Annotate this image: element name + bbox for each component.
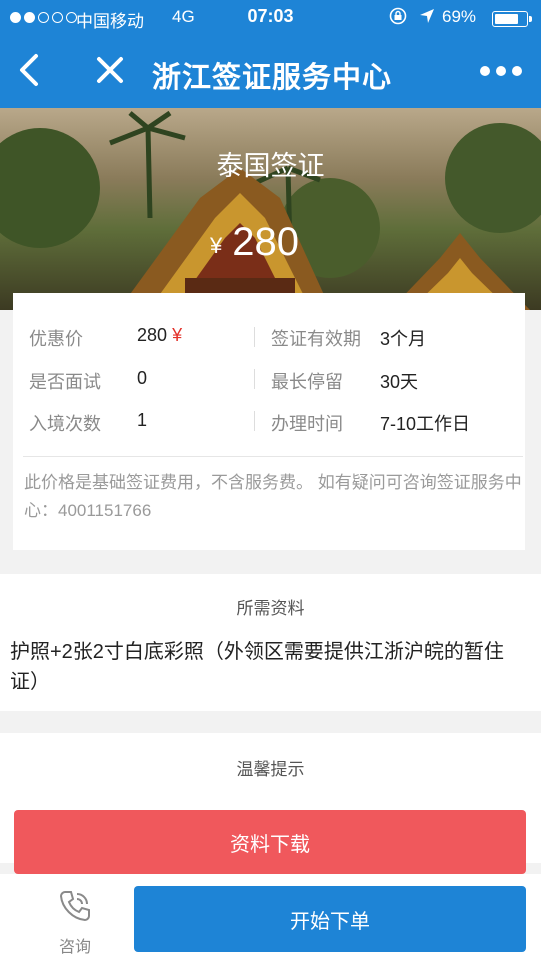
orientation-lock-icon bbox=[389, 7, 407, 25]
divider bbox=[254, 327, 255, 347]
hero-banner: 泰国签证 ¥280 bbox=[0, 108, 541, 310]
consult-button[interactable]: 咨询 bbox=[45, 888, 105, 957]
info-value: 280 ¥ bbox=[137, 325, 183, 345]
phone-icon bbox=[59, 891, 90, 922]
divider bbox=[254, 411, 255, 431]
visa-info-card: 优惠价 280 ¥ 签证有效期 3个月 是否面试 0 最长停留 30天 入境次数… bbox=[13, 293, 525, 550]
info-value: 1 bbox=[137, 410, 148, 430]
more-icon[interactable] bbox=[480, 66, 522, 76]
info-label: 办理时间 bbox=[271, 414, 343, 434]
bottom-action-bar: 咨询 开始下单 bbox=[0, 874, 541, 960]
hero-price: ¥280 bbox=[210, 220, 299, 265]
visa-title: 泰国签证 bbox=[216, 151, 325, 181]
location-arrow-icon bbox=[420, 9, 434, 23]
back-icon[interactable] bbox=[12, 50, 46, 90]
start-order-button[interactable]: 开始下单 bbox=[134, 886, 526, 952]
status-bar: 中国移动 4G 07:03 69% bbox=[0, 0, 541, 36]
info-value: 3个月 bbox=[380, 329, 427, 349]
info-value: 0 bbox=[137, 368, 148, 388]
info-value: 30天 bbox=[380, 372, 419, 392]
info-value: 7-10工作日 bbox=[380, 414, 471, 434]
info-label: 是否面试 bbox=[29, 372, 101, 392]
info-label: 签证有效期 bbox=[271, 329, 361, 349]
price-value: 280 bbox=[232, 220, 299, 264]
info-label: 入境次数 bbox=[29, 414, 101, 434]
info-label: 优惠价 bbox=[29, 329, 83, 349]
temple-image bbox=[0, 110, 541, 310]
consult-label: 咨询 bbox=[58, 939, 91, 956]
battery-percent: 69% bbox=[442, 7, 477, 26]
page-title: 浙江签证服务中心 bbox=[152, 62, 393, 94]
currency-symbol: ¥ bbox=[172, 325, 183, 345]
download-materials-button[interactable]: 资料下载 bbox=[14, 810, 526, 874]
currency-symbol: ¥ bbox=[210, 233, 223, 258]
section-heading: 所需资料 bbox=[236, 599, 305, 618]
price-note: 此价格是基础签证费用，不含服务费。 如有疑问可咨询签证服务中心：40011517… bbox=[24, 473, 522, 520]
info-label: 最长停留 bbox=[271, 372, 343, 392]
battery-icon bbox=[492, 11, 532, 27]
required-materials-section: 所需资料 护照+2张2寸白底彩照（外领区需要提供江浙沪皖的暂住证） bbox=[0, 574, 541, 711]
top-bar: 中国移动 4G 07:03 69% 浙江签证服务中心 bbox=[0, 0, 541, 108]
close-icon[interactable] bbox=[92, 52, 128, 88]
materials-content: 护照+2张2寸白底彩照（外领区需要提供江浙沪皖的暂住证） bbox=[10, 641, 504, 693]
nav-bar: 浙江签证服务中心 bbox=[0, 36, 541, 108]
section-heading: 温馨提示 bbox=[236, 760, 305, 779]
divider bbox=[23, 456, 523, 457]
divider bbox=[254, 369, 255, 389]
